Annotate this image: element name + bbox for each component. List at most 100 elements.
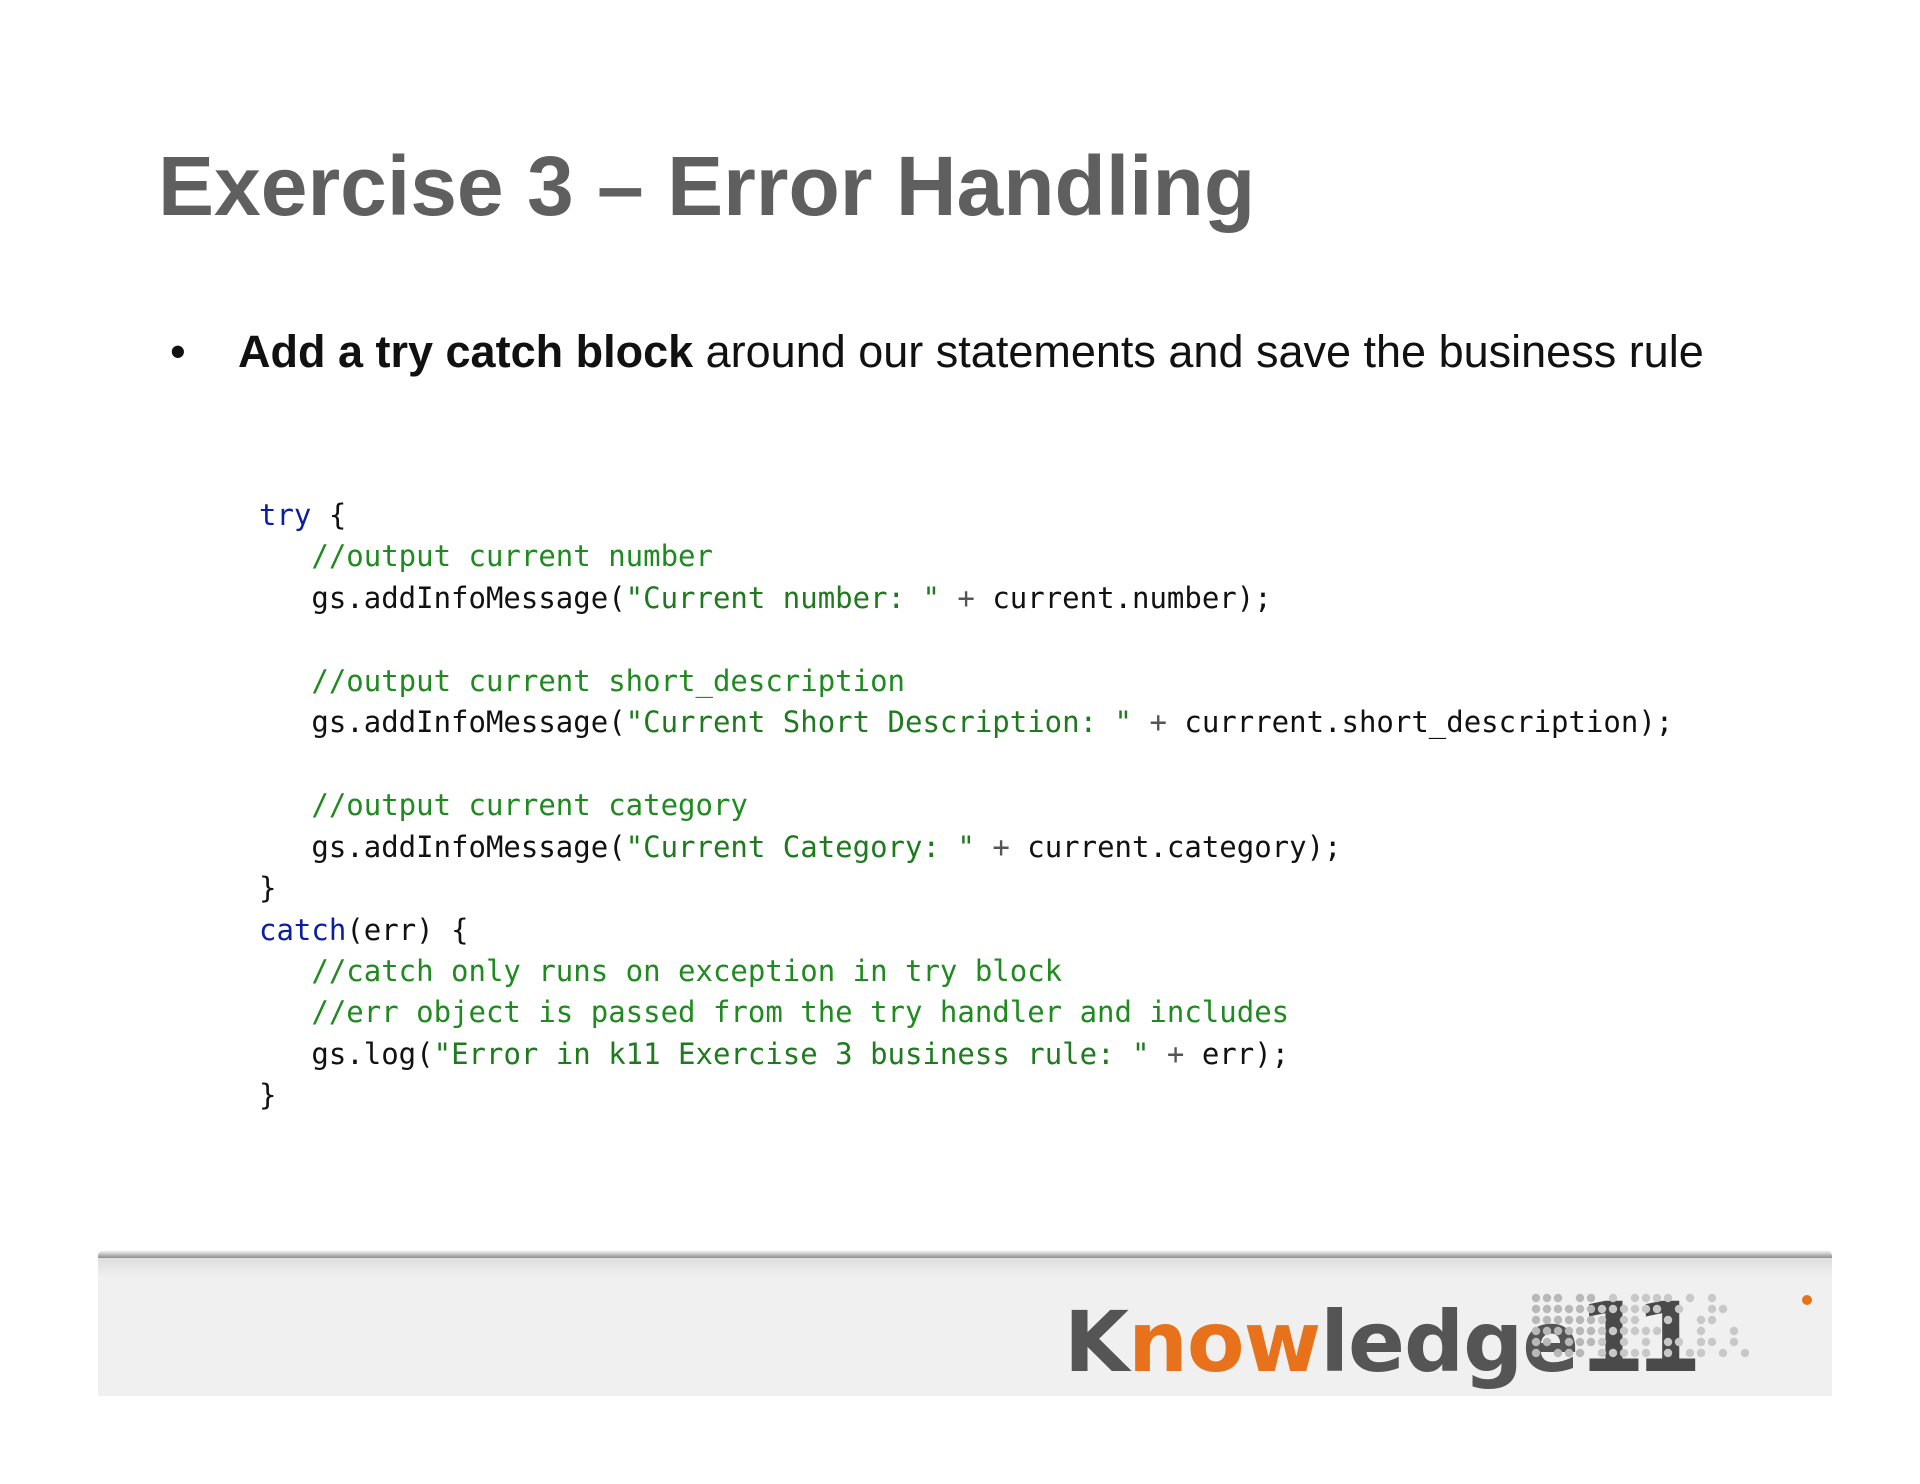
logo-dot xyxy=(1686,1294,1694,1302)
code-token: currrent.short_description); xyxy=(1184,705,1673,739)
logo-dot xyxy=(1620,1349,1628,1357)
code-line: } xyxy=(259,1077,276,1113)
logo-dot xyxy=(1675,1305,1683,1313)
code-token: current.category); xyxy=(1027,830,1341,864)
logo-dot xyxy=(1653,1294,1661,1302)
logo-dot xyxy=(1653,1305,1661,1313)
logo-dot xyxy=(1565,1349,1573,1357)
logo-dot xyxy=(1532,1349,1540,1357)
code-comment: //output current short_description xyxy=(259,664,905,698)
logo-dot xyxy=(1620,1316,1628,1324)
logo-dot xyxy=(1576,1349,1584,1357)
code-comment: //output current category xyxy=(259,788,748,822)
logo-dot xyxy=(1554,1316,1562,1324)
logo-dot xyxy=(1565,1316,1573,1324)
code-token: } xyxy=(259,1078,276,1112)
code-token: err); xyxy=(1202,1037,1289,1071)
logo-accent-dot xyxy=(1802,1295,1812,1305)
logo-dot xyxy=(1576,1338,1584,1346)
logo-dot xyxy=(1609,1305,1617,1313)
code-token: current.number); xyxy=(992,581,1271,615)
logo-dot xyxy=(1587,1294,1595,1302)
code-line: gs.addInfoMessage("Current Short Descrip… xyxy=(259,704,1673,740)
logo-dot xyxy=(1708,1338,1716,1346)
logo-dot xyxy=(1664,1349,1672,1357)
logo-dot xyxy=(1565,1327,1573,1335)
logo-dot xyxy=(1576,1316,1584,1324)
slide: Exercise 3 – Error Handling • Add a try … xyxy=(0,0,1920,1484)
code-token: + xyxy=(1132,705,1184,739)
logo-dot xyxy=(1642,1327,1650,1335)
logo-dot xyxy=(1697,1316,1705,1324)
logo-dot xyxy=(1598,1327,1606,1335)
code-token: gs.addInfoMessage( xyxy=(259,705,626,739)
code-token: gs.addInfoMessage( xyxy=(259,830,626,864)
logo-dot xyxy=(1543,1305,1551,1313)
code-token: (err) { xyxy=(346,913,468,947)
logo-dot xyxy=(1532,1305,1540,1313)
slide-title: Exercise 3 – Error Handling xyxy=(158,138,1255,235)
code-line: } xyxy=(259,870,276,906)
code-token: + xyxy=(940,581,992,615)
logo-dot xyxy=(1587,1316,1595,1324)
logo-dot xyxy=(1741,1349,1749,1357)
logo-dot xyxy=(1620,1327,1628,1335)
code-line: //output current short_description xyxy=(259,663,905,699)
logo-dot-pattern-icon xyxy=(1530,1290,1830,1370)
logo-dot xyxy=(1631,1349,1639,1357)
logo-dot xyxy=(1631,1294,1639,1302)
bullet-rest-text: around our statements and save the busin… xyxy=(693,326,1704,377)
code-line: gs.addInfoMessage("Current number: " + c… xyxy=(259,580,1272,616)
logo-dot xyxy=(1664,1294,1672,1302)
logo-dot xyxy=(1587,1327,1595,1335)
code-line: gs.log("Error in k11 Exercise 3 business… xyxy=(259,1036,1289,1072)
logo-dot xyxy=(1543,1327,1551,1335)
logo-dot xyxy=(1587,1338,1595,1346)
code-string: "Error in k11 Exercise 3 business rule: … xyxy=(434,1037,1150,1071)
logo-dot xyxy=(1554,1349,1562,1357)
code-comment: //output current number xyxy=(259,539,713,573)
logo-dot xyxy=(1609,1294,1617,1302)
logo-dot xyxy=(1642,1349,1650,1357)
logo-dot xyxy=(1708,1316,1716,1324)
logo-dot xyxy=(1697,1327,1705,1335)
logo-dot xyxy=(1664,1338,1672,1346)
logo-dot xyxy=(1708,1305,1716,1313)
logo-dot xyxy=(1730,1327,1738,1335)
logo-dot xyxy=(1598,1316,1606,1324)
logo-dot xyxy=(1642,1294,1650,1302)
code-token: } xyxy=(259,871,276,905)
logo-dot xyxy=(1598,1349,1606,1357)
code-comment: //catch only runs on exception in try bl… xyxy=(259,954,1062,988)
code-line xyxy=(259,621,276,657)
code-string: "Current Category: " xyxy=(626,830,975,864)
logo-dot xyxy=(1554,1327,1562,1335)
logo-dot xyxy=(1609,1327,1617,1335)
logo-dot xyxy=(1598,1305,1606,1313)
code-line: catch(err) { xyxy=(259,912,469,948)
logo-dot xyxy=(1620,1338,1628,1346)
code-keyword: try xyxy=(259,498,311,532)
logo-dot xyxy=(1576,1327,1584,1335)
logo-dot xyxy=(1686,1349,1694,1357)
logo-dot xyxy=(1631,1316,1639,1324)
logo-dot xyxy=(1543,1294,1551,1302)
bullet-bold-text: Add a try catch block xyxy=(238,326,693,377)
logo-dot xyxy=(1554,1294,1562,1302)
logo-dot xyxy=(1675,1338,1683,1346)
logo-dot xyxy=(1708,1294,1716,1302)
logo-k: K xyxy=(1064,1293,1128,1391)
logo-dot xyxy=(1565,1305,1573,1313)
logo-dot xyxy=(1642,1305,1650,1313)
logo-dot xyxy=(1543,1338,1551,1346)
logo-dot xyxy=(1730,1338,1738,1346)
logo-dot xyxy=(1631,1327,1639,1335)
code-line: //output current number xyxy=(259,538,713,574)
code-token: + xyxy=(1149,1037,1201,1071)
logo-dot xyxy=(1543,1316,1551,1324)
logo-dot xyxy=(1664,1316,1672,1324)
code-line: //err object is passed from the try hand… xyxy=(259,994,1289,1030)
code-line: //output current category xyxy=(259,787,748,823)
logo-dot xyxy=(1576,1305,1584,1313)
logo-dot xyxy=(1587,1305,1595,1313)
